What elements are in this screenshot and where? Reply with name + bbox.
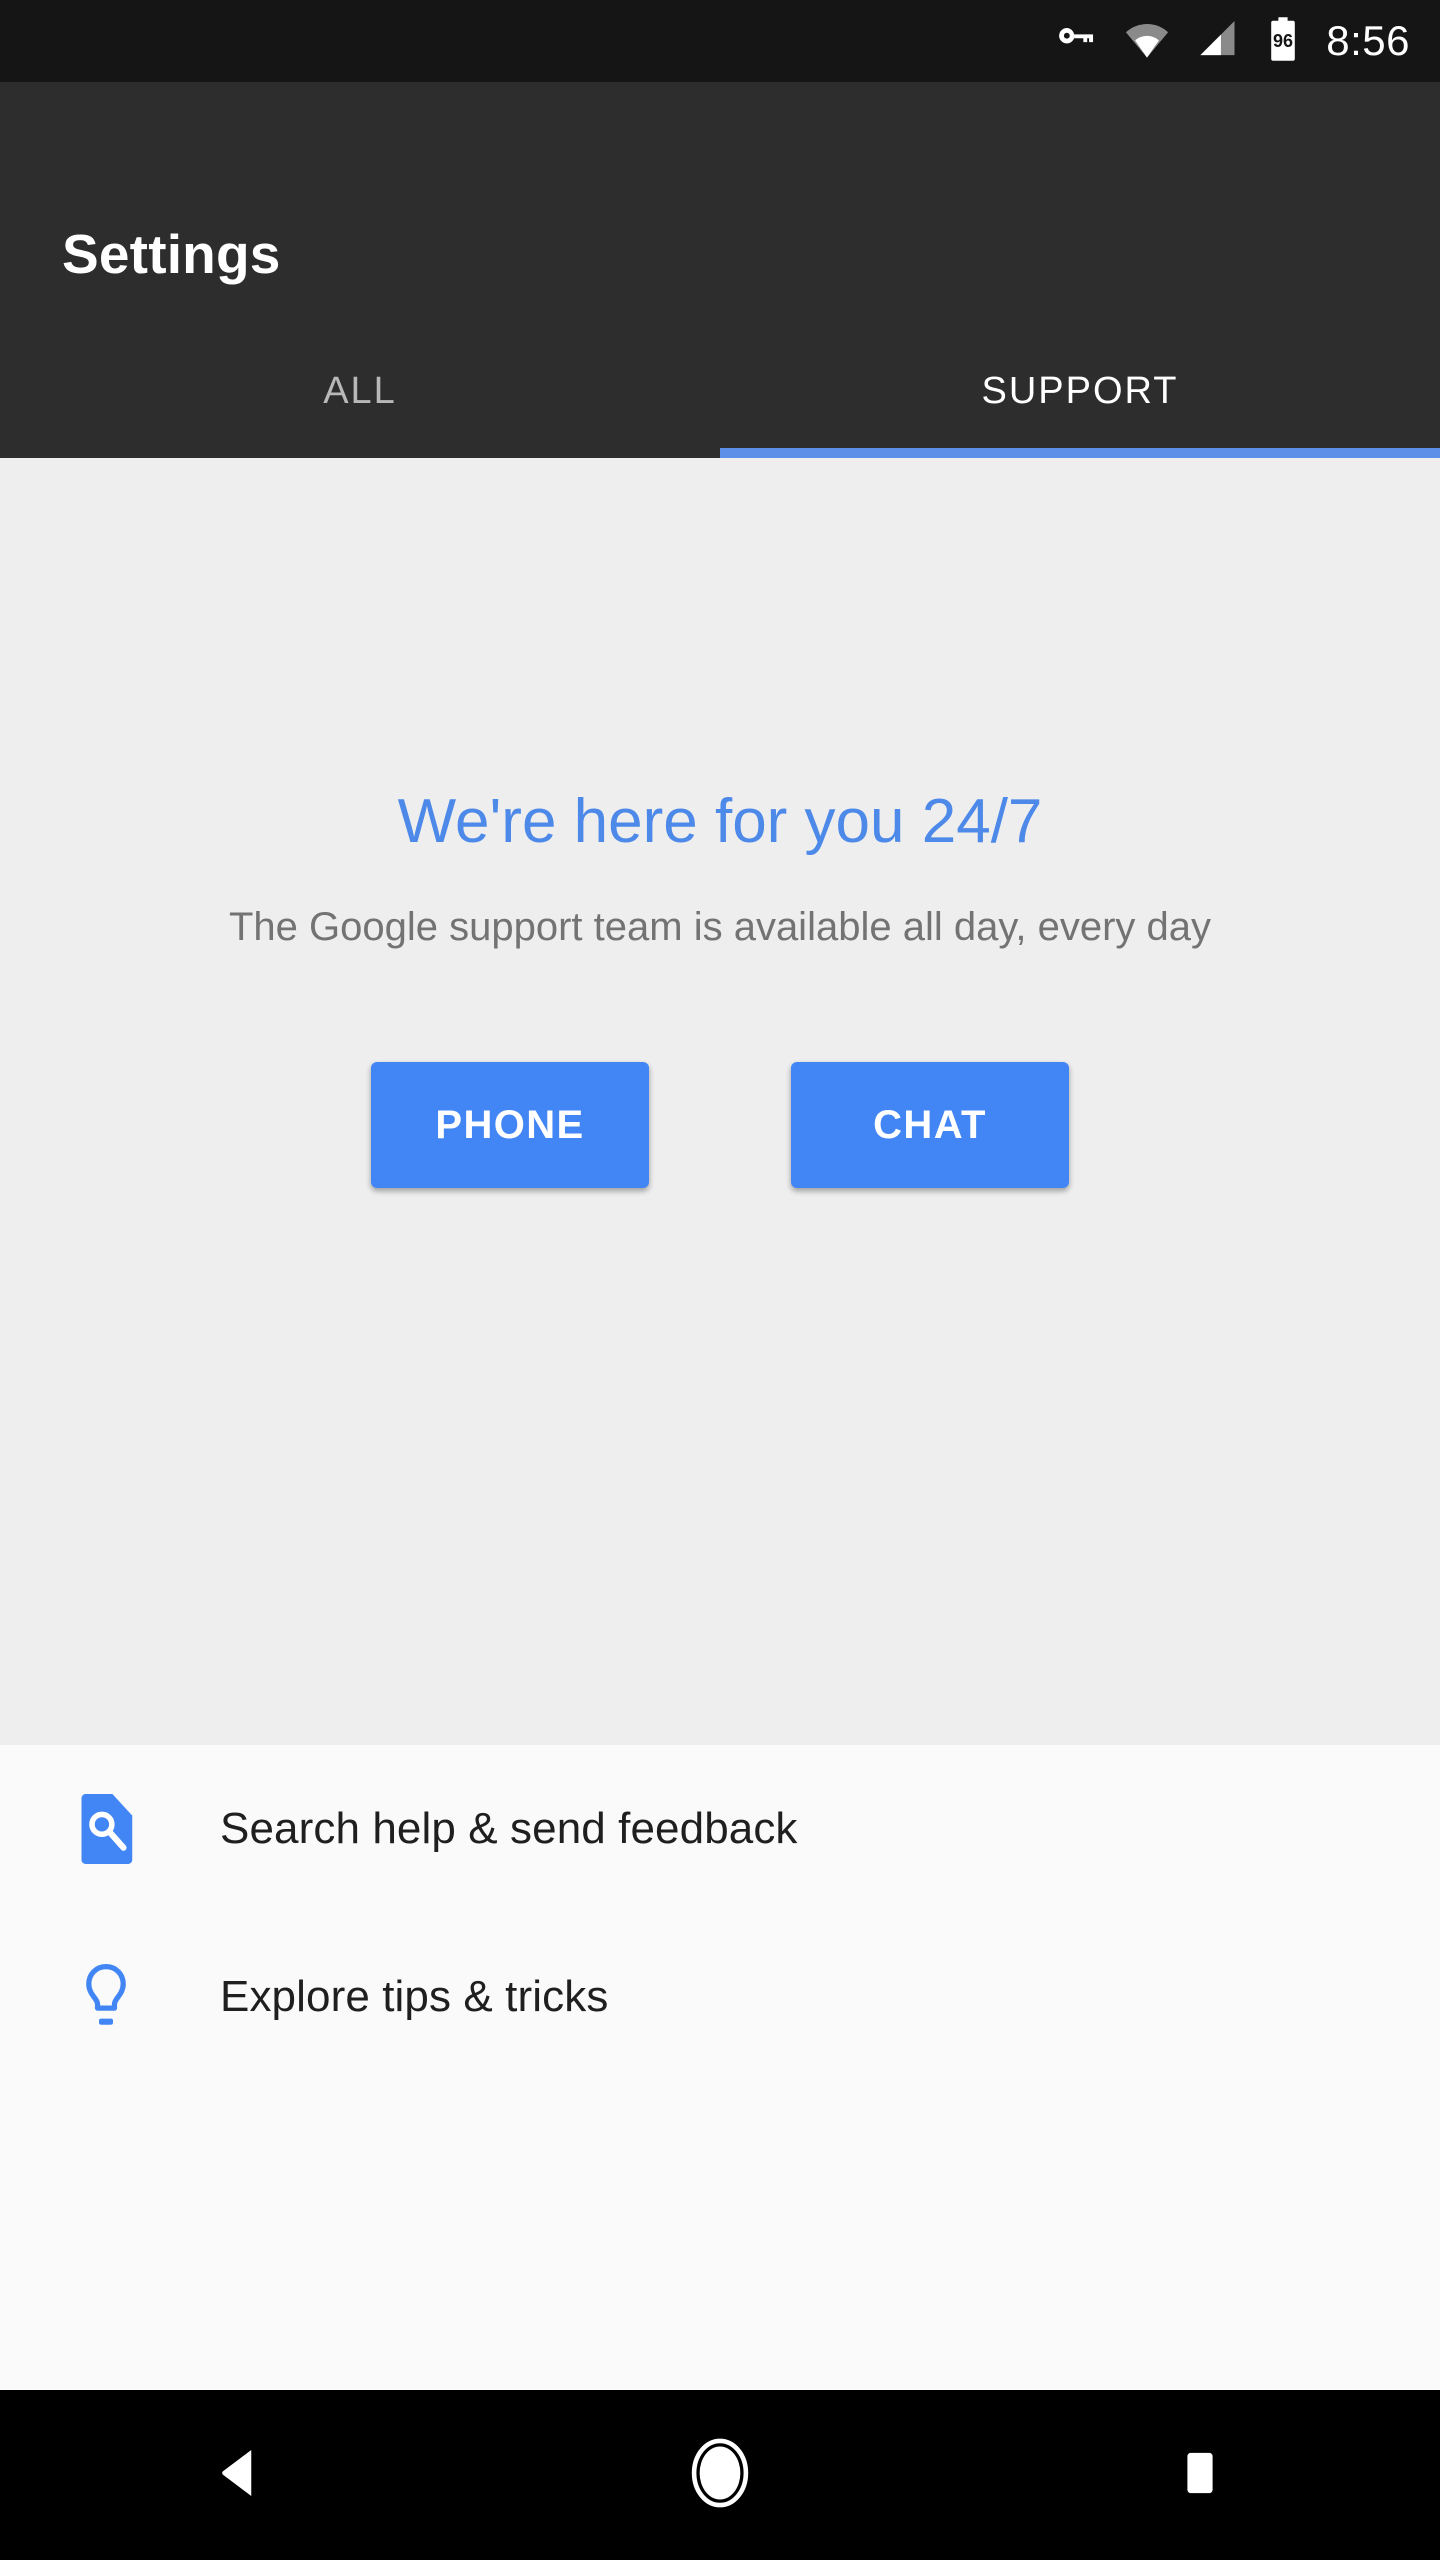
lightbulb-icon	[70, 1961, 142, 2033]
chat-button[interactable]: CHAT	[791, 1062, 1069, 1189]
vpn-key-icon	[1054, 17, 1098, 66]
status-bar: 96 8:56	[0, 0, 1440, 82]
list-item-search-help[interactable]: Search help & send feedback	[0, 1745, 1440, 1913]
tab-support[interactable]: SUPPORT	[720, 324, 1440, 458]
support-hero-section: We're here for you 24/7 The Google suppo…	[0, 458, 1440, 1745]
list-item-tips-tricks-label: Explore tips & tricks	[220, 1972, 609, 2021]
hero-subtitle: The Google support team is available all…	[228, 905, 1211, 950]
recents-icon	[1172, 2445, 1228, 2506]
help-search-icon	[70, 1793, 142, 1865]
wifi-icon	[1124, 17, 1170, 66]
tab-all-label: ALL	[323, 369, 397, 412]
support-links-list: Search help & send feedback Explore tips…	[0, 1745, 1440, 2390]
status-bar-icons: 96	[1054, 16, 1300, 67]
battery-icon: 96	[1266, 16, 1300, 67]
list-item-tips-tricks[interactable]: Explore tips & tricks	[0, 1913, 1440, 2081]
home-icon	[683, 2436, 757, 2515]
tab-support-label: SUPPORT	[981, 369, 1179, 412]
list-item-search-help-label: Search help & send feedback	[220, 1804, 798, 1853]
page-title: Settings	[62, 223, 281, 285]
android-settings-support-screen: 96 8:56 Settings ALL SUPPORT We're here …	[0, 0, 1440, 2560]
back-icon	[210, 2443, 270, 2508]
phone-button[interactable]: PHONE	[371, 1062, 649, 1189]
status-bar-clock: 8:56	[1326, 17, 1410, 64]
tab-indicator	[720, 448, 1440, 458]
cellular-signal-icon	[1196, 17, 1240, 66]
system-navigation-bar	[0, 2390, 1440, 2560]
back-button[interactable]	[140, 2390, 340, 2560]
home-button[interactable]	[620, 2390, 820, 2560]
hero-title: We're here for you 24/7	[397, 787, 1043, 856]
app-bar: Settings ALL SUPPORT	[0, 82, 1440, 458]
recents-button[interactable]	[1100, 2390, 1300, 2560]
tab-bar: ALL SUPPORT	[0, 324, 1440, 458]
hero-action-buttons: PHONE CHAT	[371, 1062, 1069, 1189]
tab-all[interactable]: ALL	[0, 324, 720, 458]
battery-level-text: 96	[1273, 31, 1293, 51]
